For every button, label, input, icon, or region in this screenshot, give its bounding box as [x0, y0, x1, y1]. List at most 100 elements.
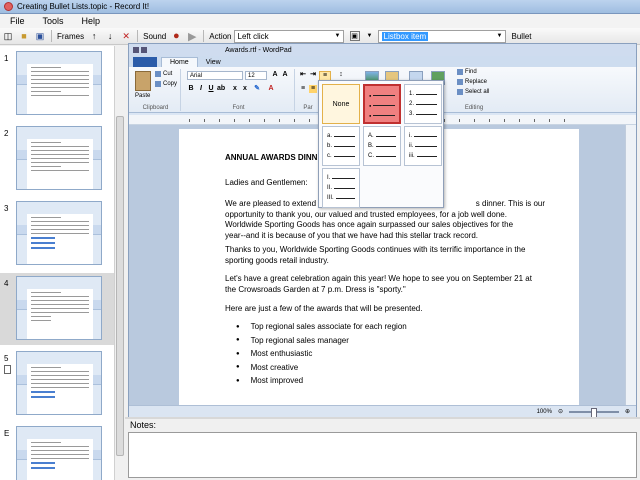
list-style-bullet[interactable]: [363, 84, 401, 124]
list-marker: a.: [327, 133, 333, 139]
menu-file[interactable]: File: [0, 16, 33, 26]
clipboard-group-label: Clipboard: [142, 105, 169, 111]
document-paragraph: Let's have a great celebration again thi…: [225, 274, 545, 295]
toolbar-separator: [137, 30, 139, 42]
strikethrough-icon[interactable]: ab: [217, 85, 225, 93]
font-family-box[interactable]: Arial: [187, 71, 243, 80]
list-marker: c.: [327, 153, 332, 159]
list-marker: ii.: [409, 143, 414, 149]
list-style-none[interactable]: None: [322, 84, 360, 124]
frame-preview: [16, 351, 102, 415]
grow-font-icon[interactable]: A: [271, 71, 279, 79]
font-group: Arial 12 A A B I U ab x x ✎ A Font: [183, 69, 295, 111]
frame-number: 4: [4, 279, 9, 288]
move-up-icon[interactable]: ↑: [88, 30, 100, 42]
list-style-upper-roman[interactable]: I. II. III.: [322, 168, 360, 208]
zoom-slider[interactable]: [568, 407, 619, 418]
shrink-font-icon[interactable]: A: [281, 71, 289, 79]
list-marker: B.: [368, 143, 374, 149]
align-left-icon[interactable]: ≡: [299, 85, 307, 93]
new-frame-icon[interactable]: ◫: [2, 30, 14, 42]
play-icon[interactable]: ▶: [186, 30, 198, 43]
select-all-button[interactable]: Select all: [457, 89, 489, 95]
frame-preview: [16, 126, 102, 190]
move-down-icon[interactable]: ↓: [104, 30, 116, 42]
font-color-icon[interactable]: A: [267, 85, 275, 93]
frame-thumbnail[interactable]: 1: [0, 48, 114, 120]
increase-indent-icon[interactable]: ⇥: [309, 71, 317, 79]
target-icon[interactable]: ▣: [349, 31, 360, 41]
paste-button[interactable]: Paste: [135, 93, 150, 99]
delete-icon[interactable]: ✕: [120, 30, 132, 42]
frame-thumbnail[interactable]: 5: [0, 348, 114, 420]
record-icon[interactable]: ●: [170, 30, 182, 42]
tab-home[interactable]: Home: [161, 57, 198, 67]
wordpad-title: Awards.rtf - WordPad: [225, 46, 292, 54]
quick-access-icon[interactable]: [141, 47, 147, 53]
list-style-lower-roman[interactable]: i. ii. iii.: [404, 126, 442, 166]
pane-splitter[interactable]: [125, 417, 640, 419]
list-style-upper-alpha[interactable]: A. B. C.: [363, 126, 401, 166]
zoom-in-icon[interactable]: ⊕: [625, 408, 630, 415]
application-menu-button[interactable]: [133, 57, 157, 67]
copy-button[interactable]: Copy: [155, 81, 177, 87]
action-select[interactable]: Left click ▼: [233, 29, 344, 43]
ribbon-tabs: Home View: [129, 56, 636, 67]
scrollbar-thumb[interactable]: [116, 116, 124, 456]
align-center-icon[interactable]: ≡: [309, 85, 317, 93]
quick-access-icon[interactable]: [133, 47, 139, 53]
replace-button[interactable]: Replace: [457, 79, 487, 85]
notes-textarea[interactable]: [128, 432, 637, 478]
frame-number: 2: [4, 129, 9, 138]
bold-icon[interactable]: B: [187, 85, 195, 93]
underline-icon[interactable]: U: [207, 85, 215, 93]
frames-pane[interactable]: 1 2 3 4 5 E: [0, 46, 125, 480]
frame-thumbnail[interactable]: 3: [0, 198, 114, 270]
editing-group: Find Replace Select all Editing: [453, 69, 495, 111]
list-style-numbered[interactable]: 1. 2. 3.: [404, 84, 442, 124]
paragraph-text: Worldwide Sporting Goods has once again …: [225, 220, 514, 229]
paragraph-text: year--and it is because of you that we h…: [225, 230, 479, 240]
document-scrollbar[interactable]: [625, 125, 636, 405]
menu-tools[interactable]: Tools: [33, 16, 72, 26]
dropdown-arrow-icon[interactable]: ▼: [364, 30, 376, 42]
subscript-icon[interactable]: x: [231, 85, 239, 93]
save-icon[interactable]: ▣: [34, 30, 46, 42]
menu-help[interactable]: Help: [72, 16, 109, 26]
frame-number: 5: [4, 354, 9, 363]
find-button[interactable]: Find: [457, 69, 477, 75]
superscript-icon[interactable]: x: [241, 85, 249, 93]
cut-button[interactable]: Cut: [155, 71, 172, 77]
paragraph-text: sporting goods retail industry.: [225, 255, 329, 265]
paragraph-group-label: Par: [303, 105, 313, 111]
target-type-select[interactable]: Listbox item ▼: [377, 29, 506, 43]
open-folder-icon[interactable]: ■: [18, 30, 30, 42]
highlight-icon[interactable]: ✎: [253, 85, 261, 93]
list-marker: i.: [409, 133, 412, 139]
frame-thumbnail-selected[interactable]: 4: [0, 273, 114, 345]
italic-icon[interactable]: I: [197, 85, 205, 93]
zoom-out-icon[interactable]: ⊝: [558, 408, 563, 415]
list-item: Most improved: [225, 374, 407, 388]
scissors-icon: [155, 71, 161, 77]
frame-thumbnail[interactable]: 2: [0, 123, 114, 195]
line-spacing-icon[interactable]: ↕: [337, 71, 345, 79]
decrease-indent-icon[interactable]: ⇤: [299, 71, 307, 79]
font-size-box[interactable]: 12: [245, 71, 267, 80]
frame-thumbnail[interactable]: E: [0, 423, 114, 480]
select-all-icon: [457, 89, 463, 95]
chevron-down-icon: ▼: [496, 32, 503, 39]
wordpad-titlebar: Awards.rtf - WordPad: [129, 44, 636, 56]
paragraph-text: We are pleased to extend to: [225, 199, 325, 208]
frame-number: 1: [4, 54, 9, 63]
app-record-icon: [4, 2, 13, 11]
tab-view[interactable]: View: [198, 58, 229, 67]
copy-label: Copy: [163, 81, 178, 87]
frames-scrollbar[interactable]: [114, 46, 125, 480]
list-marker: 3.: [409, 111, 415, 117]
action-label: Action: [209, 31, 232, 41]
list-style-lower-alpha[interactable]: a. b. c.: [322, 126, 360, 166]
select-all-label: Select all: [465, 89, 490, 95]
list-item: Most creative: [225, 361, 407, 375]
paste-icon[interactable]: [135, 71, 151, 91]
